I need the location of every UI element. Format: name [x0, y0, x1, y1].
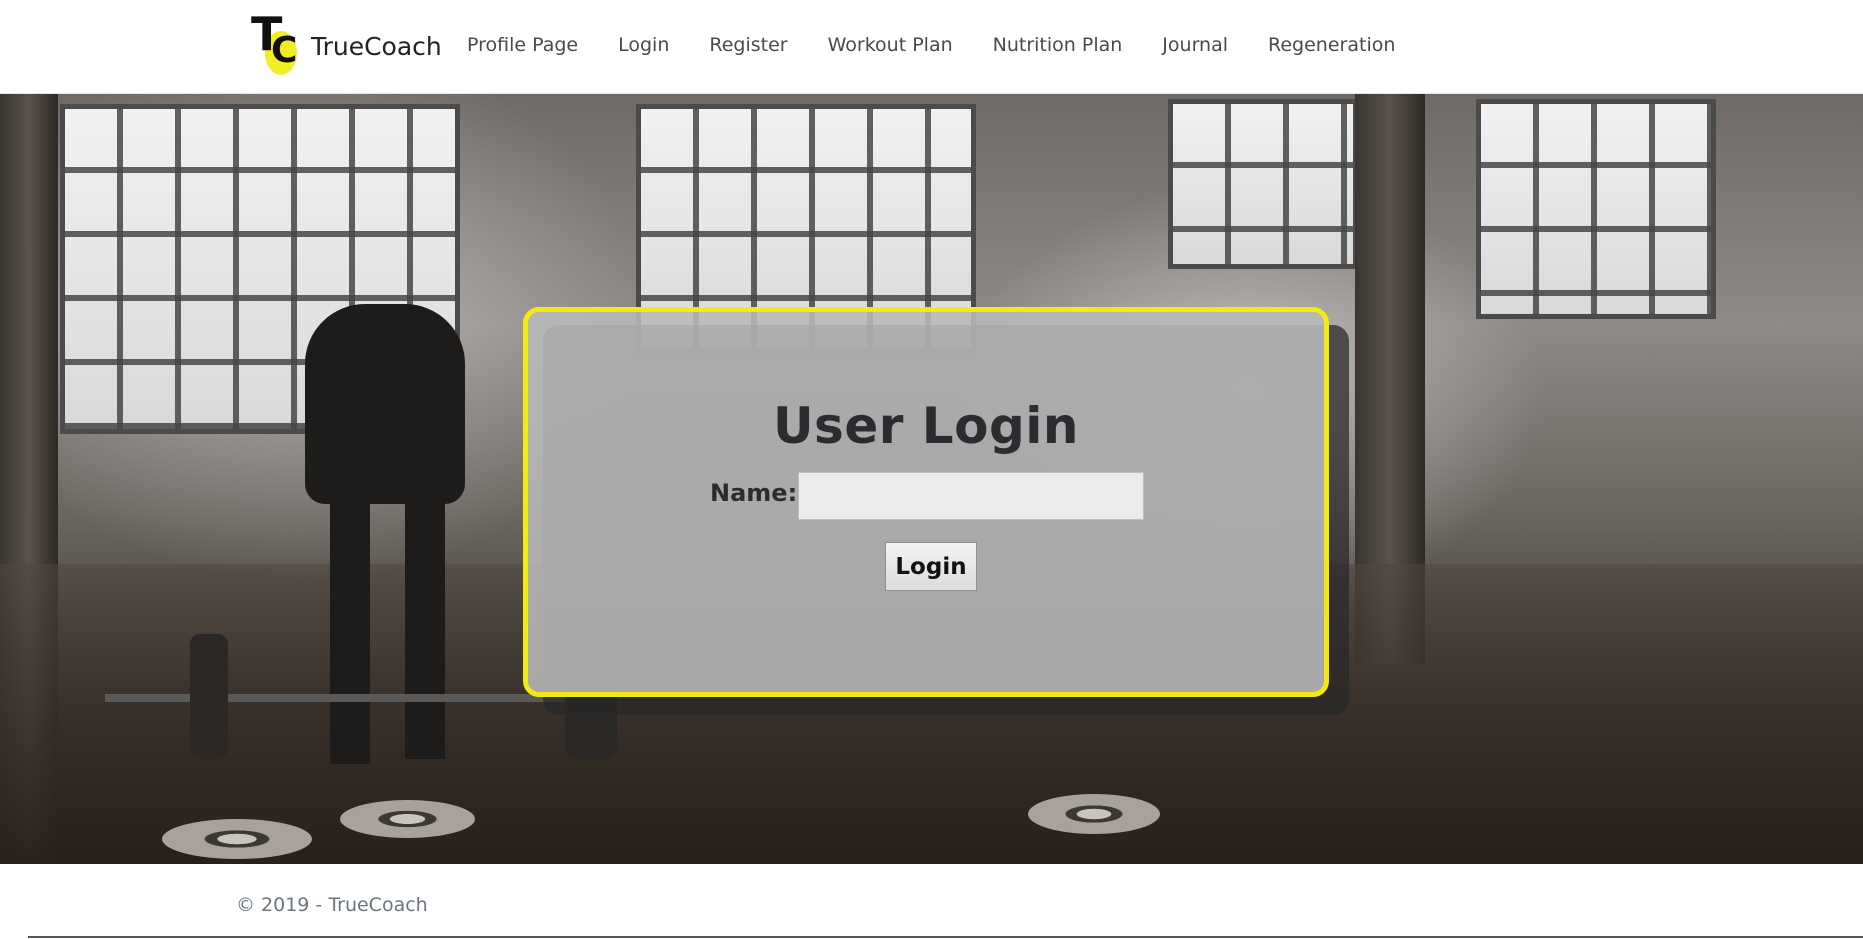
- login-form: User Login Name: Login: [523, 307, 1329, 697]
- page-footer: © 2019 - TrueCoach: [0, 864, 1863, 939]
- nav-item-login[interactable]: Login: [598, 30, 689, 60]
- name-label: Name:: [710, 479, 798, 507]
- top-navbar: T C TrueCoach Profile Page Login Registe…: [0, 0, 1863, 94]
- nav-item-register[interactable]: Register: [689, 30, 807, 60]
- main-nav: Profile Page Login Register Workout Plan…: [467, 30, 1415, 60]
- nav-item-workout-plan[interactable]: Workout Plan: [808, 30, 973, 60]
- truecoach-logo: T C: [251, 11, 297, 75]
- footer-divider: [28, 936, 1863, 938]
- floor-weight-plate: [340, 800, 475, 838]
- floor-weight-plate: [1028, 794, 1160, 834]
- nav-item-regeneration[interactable]: Regeneration: [1248, 30, 1415, 60]
- nav-item-nutrition-plan[interactable]: Nutrition Plan: [973, 30, 1143, 60]
- footer-copyright: © 2019 - TrueCoach: [236, 894, 428, 916]
- nav-item-profile-page[interactable]: Profile Page: [467, 30, 598, 60]
- weight-plate: [190, 634, 228, 759]
- login-button[interactable]: Login: [885, 542, 977, 591]
- athlete-figure: [305, 304, 465, 504]
- name-input[interactable]: [798, 472, 1144, 520]
- gym-window: [1168, 99, 1358, 269]
- athlete-figure: [330, 494, 370, 764]
- login-title: User Login: [772, 397, 1080, 455]
- barbell: [105, 694, 585, 702]
- athlete-figure: [405, 494, 445, 759]
- brand-name: TrueCoach: [311, 31, 442, 61]
- floor-weight-plate: [162, 819, 312, 859]
- brand-link[interactable]: T C TrueCoach: [251, 11, 442, 76]
- nav-item-journal[interactable]: Journal: [1142, 30, 1248, 60]
- gym-window: [1476, 99, 1716, 319]
